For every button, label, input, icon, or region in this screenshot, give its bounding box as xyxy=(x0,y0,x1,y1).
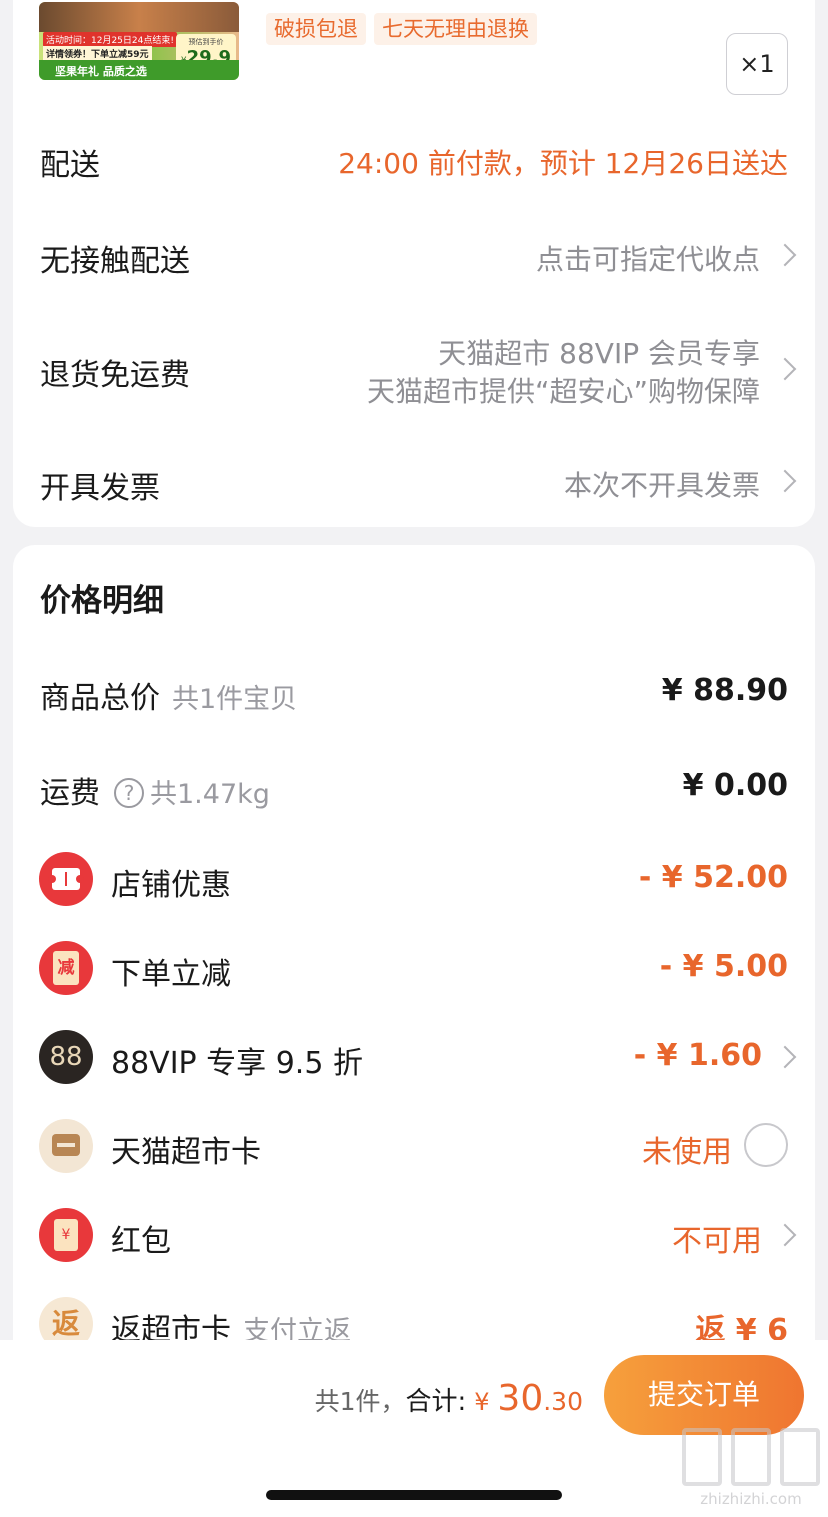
quantity-stepper[interactable]: ×1 xyxy=(726,33,788,95)
order-reduce-label: 下单立减 xyxy=(111,957,231,992)
market-card-radio[interactable] xyxy=(744,1123,788,1167)
chevron-right-icon xyxy=(773,469,797,493)
delivery-value: 24:00 前付款，预计 12月26日送达 xyxy=(338,147,788,180)
product-thumbnail[interactable]: 活动时间：12月25日24点结束! 详情领券！下单立减59元 预估到手价 ¥29… xyxy=(39,2,239,80)
red-envelope-status: 不可用 xyxy=(672,1224,762,1259)
chevron-right-icon xyxy=(773,1045,797,1069)
thumbnail-promo-time: 活动时间：12月25日24点结束! xyxy=(43,32,177,47)
thumbnail-slogan: 坚果年礼 品质之选 xyxy=(39,60,239,80)
goods-total-amount: ¥ 88.90 xyxy=(661,673,788,708)
total-label: 合计: xyxy=(405,1387,467,1417)
vip88-icon: 88 xyxy=(39,1030,93,1084)
red-envelope-label: 红包 xyxy=(111,1224,171,1259)
submit-bar: 共1件，合计: ¥ 30.30 提交订单 zhizhizhi.com xyxy=(0,1340,828,1517)
order-summary: 共1件，合计: ¥ 30.30 xyxy=(315,1378,583,1419)
help-icon[interactable]: ? xyxy=(114,778,144,808)
ticket-divider xyxy=(65,872,67,886)
vip-discount-label: 88VIP 专享 9.5 折 xyxy=(111,1046,363,1081)
total-amount-decimal: .30 xyxy=(543,1387,583,1416)
total-amount-main: 30 xyxy=(497,1378,544,1419)
price-details-card: 价格明细 商品总价 共1件宝贝 ¥ 88.90 运费? 共1.47kg ¥ 0.00… xyxy=(13,545,815,1365)
home-indicator[interactable] xyxy=(266,1490,562,1500)
reduce-icon: 减 xyxy=(39,941,93,995)
reduce-icon-glyph: 减 xyxy=(53,951,79,985)
watermark-glyph xyxy=(731,1428,771,1486)
site-watermark: zhizhizhi.com xyxy=(678,1428,824,1514)
contactless-value: 点击可指定代收点 xyxy=(535,243,760,276)
chevron-right-icon xyxy=(773,243,797,267)
thumbnail-price-label: 预估到手价 xyxy=(188,38,224,46)
ticket-icon xyxy=(39,852,93,906)
submit-order-button[interactable]: 提交订单 xyxy=(604,1355,804,1435)
card-icon xyxy=(39,1119,93,1173)
goods-total-row: 商品总价 共1件宝贝 xyxy=(40,673,297,717)
chevron-right-icon xyxy=(773,357,797,381)
thumbnail-photo xyxy=(39,2,239,32)
return-shipping-line1: 天猫超市 88VIP 会员专享 xyxy=(438,337,760,370)
goods-total-label: 商品总价 xyxy=(40,681,160,716)
market-card-status: 未使用 xyxy=(642,1135,732,1170)
thumbnail-promo-text: 详情领券！下单立减59元 xyxy=(43,46,152,61)
market-card-label: 天猫超市卡 xyxy=(111,1135,261,1170)
contactless-label: 无接触配送 xyxy=(40,244,190,279)
chevron-right-icon xyxy=(773,1223,797,1247)
order-info-card: 活动时间：12月25日24点结束! 详情领券！下单立减59元 预估到手价 ¥29… xyxy=(13,0,815,527)
shipping-label: 运费 xyxy=(40,776,100,811)
shop-discount-label: 店铺优惠 xyxy=(111,868,231,903)
order-reduce-amount: - ¥ 5.00 xyxy=(659,949,788,984)
red-envelope-icon: ¥ xyxy=(39,1208,93,1262)
tag-seven-day-return: 七天无理由退换 xyxy=(374,13,537,45)
watermark-glyph xyxy=(780,1428,820,1486)
shop-discount-amount: - ¥ 52.00 xyxy=(638,860,788,895)
goods-total-count: 共1件宝贝 xyxy=(172,684,298,715)
watermark-glyph xyxy=(682,1428,722,1486)
price-details-title: 价格明细 xyxy=(40,583,164,619)
return-shipping-line2: 天猫超市提供“超安心”购物保障 xyxy=(366,375,760,408)
shipping-amount: ¥ 0.00 xyxy=(682,768,788,803)
invoice-label: 开具发票 xyxy=(40,471,160,506)
delivery-label: 配送 xyxy=(40,148,100,183)
card-glyph xyxy=(52,1134,80,1156)
shipping-row: 运费? 共1.47kg xyxy=(40,768,270,812)
tag-damage-return: 破损包退 xyxy=(266,13,366,45)
red-envelope-glyph: ¥ xyxy=(54,1219,78,1251)
total-yen: ¥ xyxy=(474,1388,490,1416)
return-shipping-label: 退货免运费 xyxy=(40,358,190,393)
watermark-text: zhizhizhi.com xyxy=(700,1490,802,1508)
invoice-value: 本次不开具发票 xyxy=(563,469,760,502)
vip-discount-amount: - ¥ 1.60 xyxy=(633,1038,762,1073)
item-count: 共1件， xyxy=(314,1387,406,1416)
shipping-weight: 共1.47kg xyxy=(150,779,270,810)
